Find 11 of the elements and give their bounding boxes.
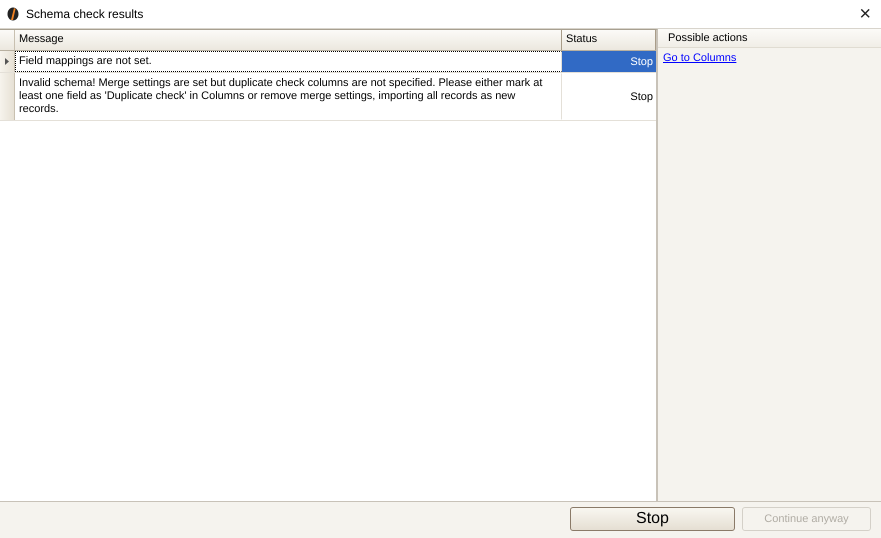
action-link[interactable]: Go to Columns (658, 48, 742, 68)
message-cell: Field mappings are not set. (15, 51, 562, 72)
panel-title: Possible actions (658, 29, 881, 48)
column-header[interactable]: Status (562, 30, 656, 50)
column-header[interactable]: Message (15, 30, 562, 50)
close-button[interactable]: × (855, 4, 875, 24)
window-title: Schema check results (26, 7, 144, 21)
stop-button[interactable]: Stop (570, 507, 735, 531)
app-logo-icon (7, 7, 19, 21)
row-header[interactable] (0, 51, 15, 72)
status-cell: Stop (562, 51, 656, 72)
